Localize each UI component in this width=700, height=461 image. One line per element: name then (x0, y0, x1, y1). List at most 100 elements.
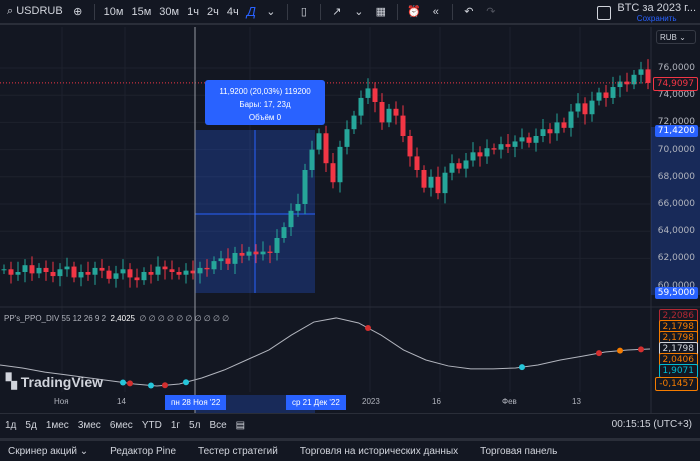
replay-icon[interactable]: « (427, 3, 445, 21)
candles-icon[interactable]: ▯ (295, 3, 313, 21)
range-5[interactable]: YTD (142, 420, 162, 431)
redo-icon[interactable]: ↷ (482, 3, 500, 21)
indicator-dot (617, 347, 623, 354)
interval-15m[interactable]: 15м (127, 6, 155, 18)
range-7[interactable]: 5л (189, 420, 200, 431)
range-1[interactable]: 5д (25, 420, 36, 431)
candle (246, 251, 252, 256)
measure-volume: Объём 0 (248, 113, 282, 122)
candle (99, 267, 105, 271)
range-6[interactable]: 1г (171, 420, 180, 431)
indicator-axis-badge: 1,9071 (658, 364, 698, 378)
candle (596, 92, 602, 101)
price-axis-label: 70,0000 (657, 144, 695, 155)
candle (477, 152, 483, 157)
interval-30m[interactable]: 30м (155, 6, 183, 18)
interval-2h[interactable]: 2ч (203, 6, 223, 18)
candle (57, 269, 63, 277)
layout-checkbox[interactable] (597, 5, 612, 20)
add-symbol-icon[interactable]: ⊕ (69, 3, 87, 21)
candle (365, 88, 371, 98)
candle (484, 148, 490, 157)
calendar-icon[interactable]: ▤ (236, 420, 245, 431)
divider (93, 3, 95, 20)
candle (176, 272, 182, 275)
candle (29, 265, 35, 274)
price-axis-label: 64,0000 (657, 226, 695, 237)
interval-day[interactable]: Д (243, 4, 260, 19)
chart-canvas[interactable] (0, 27, 700, 413)
time-axis-label: 16 (432, 397, 441, 406)
candle (330, 163, 336, 183)
time-axis-label: Фев (502, 397, 517, 406)
candle (260, 251, 266, 255)
bottom-tab[interactable]: Торговая панель (480, 446, 557, 457)
candle (463, 160, 469, 169)
candle (610, 87, 616, 98)
bottom-tab[interactable]: Торговля на исторических данных (300, 446, 458, 457)
candle (554, 122, 560, 134)
bottom-tab[interactable]: Скринер акций ⌄ (8, 446, 88, 457)
chevron-down-icon[interactable]: ⌄ (262, 3, 280, 21)
candle (645, 69, 651, 83)
candle (435, 176, 441, 194)
candle (134, 277, 140, 281)
candle (638, 69, 644, 75)
tv-logo-icon: ▚ (6, 373, 17, 389)
indicator-dot (638, 346, 644, 353)
divider (396, 3, 398, 20)
range-2[interactable]: 1мес (46, 420, 69, 431)
bottom-tab[interactable]: Редактор Pine (110, 446, 176, 457)
candle (456, 163, 462, 169)
candle (491, 148, 497, 150)
candle (386, 108, 392, 123)
interval-4h[interactable]: 4ч (223, 6, 243, 18)
range-0[interactable]: 1д (5, 420, 16, 431)
candle (113, 273, 119, 279)
range-3[interactable]: 3мес (78, 420, 101, 431)
time-axis-label: Ноя (54, 397, 69, 406)
measure-change: 11,9200 (20,03%) 119200 (219, 87, 311, 96)
candle (323, 133, 329, 164)
candle (421, 170, 427, 188)
bottom-tab[interactable]: Тестер стратегий (198, 446, 278, 457)
divider (286, 3, 288, 20)
candle (15, 272, 21, 275)
candle (470, 152, 476, 161)
candle (372, 88, 378, 102)
candle (120, 269, 126, 274)
indicator-legend[interactable]: PP's_PPO_DIV 55 12 26 9 2 2,4025 ∅ ∅ ∅ ∅… (4, 314, 229, 323)
time-badge-start: пн 28 Ноя '22 (165, 395, 227, 410)
range-bottom-badge: 59,5000 (654, 287, 698, 299)
save-button[interactable]: Сохранить (617, 14, 696, 23)
range-4[interactable]: 6мес (110, 420, 133, 431)
symbol-search[interactable]: ⌕ USDRUB (3, 5, 67, 18)
candle (127, 269, 133, 278)
candle (106, 270, 112, 279)
candle (148, 272, 154, 275)
interval-1h[interactable]: 1ч (183, 6, 203, 18)
currency-selector[interactable]: RUB ⌄ (656, 30, 696, 44)
candle (232, 252, 238, 264)
candle (225, 258, 231, 264)
chevron-down-icon[interactable]: ⌄ (350, 3, 368, 21)
price-axis-label: 76,0000 (657, 63, 695, 73)
range-8[interactable]: Все (209, 420, 226, 431)
templates-icon[interactable]: ▦ (372, 3, 390, 21)
candle (92, 267, 98, 275)
candle (547, 129, 553, 134)
indicator-dot (162, 382, 168, 389)
candle (71, 266, 77, 278)
layout-selector[interactable]: BTC за 2023 г... Сохранить (597, 2, 696, 23)
last-price-badge: 74,9097 (652, 77, 698, 91)
undo-icon[interactable]: ↶ (460, 3, 478, 21)
candle (393, 108, 399, 116)
candle (169, 269, 175, 272)
interval-10m[interactable]: 10м (100, 6, 128, 18)
price-axis-label: 68,0000 (657, 171, 695, 182)
indicators-icon[interactable]: ↗ (328, 3, 346, 21)
candle (337, 146, 343, 183)
clock[interactable]: 00:15:15 (UTC+3) (612, 419, 692, 430)
alert-icon[interactable]: ⏰ (405, 3, 423, 21)
candle (309, 149, 315, 170)
